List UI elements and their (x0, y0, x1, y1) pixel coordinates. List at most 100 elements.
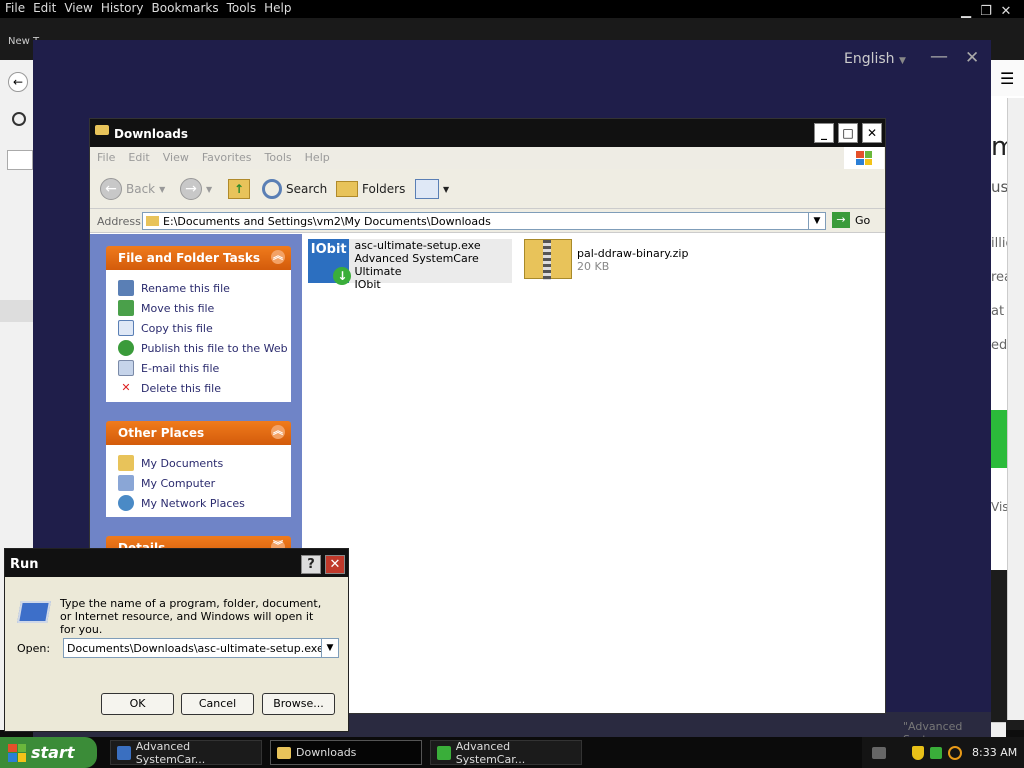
explorer-menu-file[interactable]: File (90, 147, 121, 164)
up-folder-button[interactable]: ↑ (228, 177, 250, 201)
help-button[interactable]: ? (301, 555, 321, 574)
forward-button[interactable]: → ▼ (180, 177, 212, 201)
file-item-asc-setup[interactable]: IObit ↓ asc-ultimate-setup.exe Advanced … (308, 239, 512, 291)
task-move[interactable]: Move this file (118, 298, 291, 318)
explorer-menu-view[interactable]: View (156, 147, 195, 164)
browser-vertical-scrollbar[interactable] (1007, 98, 1024, 720)
views-icon (415, 179, 439, 199)
explorer-menu-favorites[interactable]: Favorites (195, 147, 258, 164)
file-tasks-list: Rename this file Move this file Copy thi… (106, 270, 291, 402)
file-tasks-panel: File and Folder Tasks ︽ Rename this file… (106, 246, 291, 402)
page-text-fragment: ed (991, 338, 1008, 353)
go-button[interactable]: → Go (832, 212, 870, 228)
collapse-chevron-icon[interactable]: ︽ (271, 250, 285, 264)
task-delete[interactable]: ✕ Delete this file (118, 378, 291, 398)
start-label: start (31, 743, 75, 762)
windows-logo-icon (844, 147, 884, 169)
file-size: 20 KB (577, 260, 610, 273)
explorer-close-button[interactable]: ✕ (862, 123, 882, 143)
search-icon (262, 179, 282, 199)
folders-button[interactable]: Folders (336, 177, 405, 201)
place-my-documents[interactable]: My Documents (118, 453, 291, 473)
file-name: pal-ddraw-binary.zip (577, 247, 689, 260)
menu-edit[interactable]: Edit (28, 0, 59, 15)
email-icon (118, 360, 134, 376)
browser-minimize-button[interactable]: ▁ (956, 4, 976, 19)
run-message: Type the name of a program, folder, docu… (60, 597, 322, 636)
folders-label: Folders (362, 182, 406, 196)
task-rename[interactable]: Rename this file (118, 278, 291, 298)
taskbar-item-advanced-systemcare-2[interactable]: Advanced SystemCar... (430, 740, 582, 766)
browse-button[interactable]: Browse... (262, 693, 335, 715)
other-places-header[interactable]: Other Places ︽ (106, 421, 291, 445)
place-my-network[interactable]: My Network Places (118, 493, 291, 513)
explorer-titlebar[interactable]: Downloads _ □ ✕ (90, 119, 885, 147)
address-bar: Address E:\Documents and Settings\vm2\My… (90, 209, 885, 233)
back-label: Back (126, 182, 156, 196)
other-places-title: Other Places (118, 426, 205, 440)
iobit-installer-icon: IObit ↓ (308, 239, 352, 285)
browser-restore-button[interactable]: ❐ (976, 4, 996, 19)
start-button[interactable]: start (0, 737, 97, 768)
run-open-dropdown-button[interactable]: ▼ (321, 638, 339, 658)
menu-file[interactable]: File (0, 0, 28, 15)
search-tray-icon[interactable] (948, 745, 962, 760)
file-item-zip[interactable]: pal-ddraw-binary.zip 20 KB (524, 239, 724, 283)
globe-icon (118, 340, 134, 356)
file-tasks-header[interactable]: File and Folder Tasks ︽ (106, 246, 291, 270)
place-label: My Computer (141, 476, 216, 490)
views-button[interactable]: ▼ (415, 177, 449, 201)
menu-help[interactable]: Help (259, 0, 294, 15)
hamburger-menu-icon[interactable]: ☰ (1000, 69, 1014, 88)
explorer-menu-help[interactable]: Help (298, 147, 336, 164)
system-tray: 8:33 AM (862, 737, 1024, 768)
menu-history[interactable]: History (96, 0, 147, 15)
task-copy[interactable]: Copy this file (118, 318, 291, 338)
menu-bookmarks[interactable]: Bookmarks (147, 0, 222, 15)
clock[interactable]: 8:33 AM (972, 746, 1017, 759)
menu-tools[interactable]: Tools (222, 0, 260, 15)
search-button[interactable]: Search (262, 177, 327, 201)
history-clock-icon[interactable] (12, 112, 26, 126)
menu-view[interactable]: View (59, 0, 95, 15)
browser-back-icon[interactable]: ← (8, 72, 28, 92)
address-dropdown-button[interactable]: ▼ (808, 212, 826, 230)
page-green-button[interactable] (991, 410, 1007, 468)
back-button[interactable]: ← Back ▼ (100, 177, 165, 201)
rename-icon (118, 280, 134, 296)
explorer-menubar: File Edit View Favorites Tools Help (90, 147, 885, 169)
sidebar-search-icon[interactable] (7, 150, 33, 170)
network-tray-icon[interactable] (930, 746, 942, 759)
folder-icon (118, 455, 134, 471)
task-email[interactable]: E-mail this file (118, 358, 291, 378)
file-text: pal-ddraw-binary.zip 20 KB (577, 239, 688, 283)
run-close-button[interactable]: ✕ (325, 555, 345, 574)
run-titlebar[interactable]: Run ? ✕ (5, 549, 348, 577)
run-title: Run (10, 557, 39, 572)
explorer-maximize-button[interactable]: □ (838, 123, 858, 143)
installer-minimize-button[interactable]: — (930, 46, 948, 67)
ok-button[interactable]: OK (101, 693, 174, 715)
cancel-button[interactable]: Cancel (181, 693, 254, 715)
download-arrow-icon: ↓ (333, 267, 352, 285)
installer-close-button[interactable]: ✕ (965, 48, 979, 68)
language-selector[interactable]: English ▼ (844, 51, 906, 67)
place-my-computer[interactable]: My Computer (118, 473, 291, 493)
keyboard-icon[interactable] (872, 746, 886, 759)
task-publish[interactable]: Publish this file to the Web (118, 338, 291, 358)
taskbar-item-downloads[interactable]: Downloads (270, 740, 422, 765)
forward-arrow-icon: → (180, 178, 202, 200)
run-open-input[interactable]: Documents\Downloads\asc-ultimate-setup.e… (63, 638, 323, 658)
security-shield-icon[interactable] (912, 745, 924, 760)
taskbar-item-advanced-systemcare[interactable]: Advanced SystemCar... (110, 740, 262, 766)
move-icon (118, 300, 134, 316)
address-input[interactable]: E:\Documents and Settings\vm2\My Documen… (142, 212, 826, 230)
explorer-minimize-button[interactable]: _ (814, 123, 834, 143)
collapse-chevron-icon[interactable]: ︽ (271, 425, 285, 439)
place-label: My Documents (141, 456, 224, 470)
explorer-menu-edit[interactable]: Edit (121, 147, 155, 164)
file-tasks-title: File and Folder Tasks (118, 251, 261, 265)
browser-close-button[interactable]: ✕ (996, 4, 1016, 19)
folders-icon (336, 181, 358, 197)
explorer-menu-tools[interactable]: Tools (258, 147, 298, 164)
